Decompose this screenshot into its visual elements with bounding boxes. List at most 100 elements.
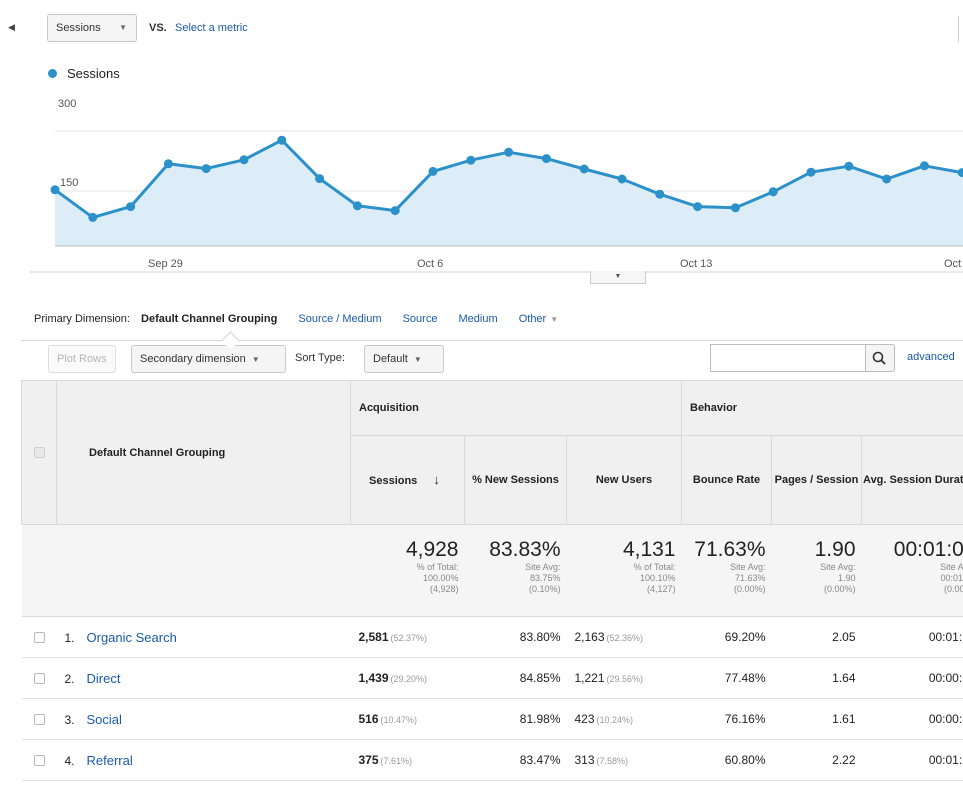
behavior-group-header: Behavior bbox=[680, 380, 963, 436]
sessions-value: 516 bbox=[358, 712, 379, 726]
data-point bbox=[541, 154, 551, 164]
sessions-percent: (10.47%) bbox=[380, 715, 418, 725]
data-point bbox=[315, 174, 325, 184]
pages-session-value: 1.64 bbox=[771, 657, 862, 699]
table-row: 4. Referral 375 (7.61%) 83.47% 313 (7.58%) … bbox=[21, 739, 963, 781]
row-number: 4. bbox=[64, 753, 75, 768]
table-search-input[interactable] bbox=[710, 344, 866, 372]
bounce-rate-column-header[interactable]: Bounce Rate bbox=[681, 435, 772, 525]
data-point bbox=[844, 161, 854, 171]
row-checkbox[interactable] bbox=[34, 755, 45, 767]
sessions-column-header[interactable]: Sessions ↓ bbox=[350, 435, 465, 525]
bounce-rate-value: 77.48% bbox=[681, 657, 772, 699]
legend-dot-icon bbox=[48, 69, 57, 78]
new-users-column-header[interactable]: New Users bbox=[566, 435, 682, 525]
channel-link-direct[interactable]: Direct bbox=[87, 671, 121, 686]
chart-collapse-tab[interactable]: ▼ bbox=[590, 271, 646, 284]
select-all-checkbox[interactable] bbox=[33, 447, 45, 459]
table-row-partial bbox=[21, 780, 963, 790]
data-point bbox=[579, 164, 589, 174]
plot-rows-button[interactable]: Plot Rows bbox=[48, 345, 116, 373]
collapse-left-icon[interactable]: ◀ bbox=[8, 22, 15, 33]
data-point bbox=[126, 202, 136, 212]
new-users-percent: (10.24%) bbox=[596, 715, 634, 725]
advanced-filter-link[interactable]: advanced bbox=[907, 351, 955, 363]
acquisition-group-header: Acquisition bbox=[350, 380, 682, 436]
sessions-chart[interactable]: 300 150 Sep 29 Oct 6 Oct 13 Oct bbox=[0, 88, 963, 278]
primary-dimension-label: Primary Dimension: bbox=[34, 313, 130, 325]
primary-dimension-source[interactable]: Source bbox=[403, 313, 438, 325]
search-button[interactable] bbox=[866, 344, 895, 372]
primary-dimension-source-medium[interactable]: Source / Medium bbox=[298, 313, 381, 325]
chevron-down-icon: ▼ bbox=[413, 355, 422, 364]
primary-dimension-medium[interactable]: Medium bbox=[459, 313, 498, 325]
secondary-dimension-dropdown[interactable]: Secondary dimension ▼ bbox=[131, 345, 286, 373]
sessions-header-label: Sessions bbox=[369, 474, 418, 487]
y-tick-label: 150 bbox=[60, 177, 78, 189]
bounce-rate-value: 76.16% bbox=[681, 698, 772, 740]
data-point bbox=[655, 189, 665, 199]
row-checkbox[interactable] bbox=[34, 673, 45, 685]
chevron-down-icon: ▼ bbox=[550, 315, 559, 324]
data-point bbox=[882, 174, 892, 184]
data-point bbox=[428, 166, 438, 176]
x-tick-label: Sep 29 bbox=[148, 258, 183, 270]
y-tick-label: 300 bbox=[58, 98, 76, 110]
channel-link-organic-search[interactable]: Organic Search bbox=[87, 630, 177, 645]
totals-pages-session: 1.90 Site Avg: 1.90 (0.00%) bbox=[771, 524, 862, 617]
table-row: 2. Direct 1,439 (29.20%) 84.85% 1,221 (29.5… bbox=[21, 657, 963, 699]
data-point bbox=[768, 187, 778, 197]
pct-new-sessions-column-header[interactable]: % New Sessions bbox=[464, 435, 567, 525]
pct-new-sessions-value: 83.80% bbox=[464, 616, 567, 658]
channel-link-referral[interactable]: Referral bbox=[87, 753, 133, 768]
metric-dropdown[interactable]: Sessions ▼ bbox=[47, 14, 137, 42]
data-point bbox=[919, 161, 929, 171]
new-users-value: 423 bbox=[574, 712, 595, 726]
pages-session-column-header[interactable]: Pages / Session bbox=[771, 435, 862, 525]
primary-dimension-other[interactable]: Other bbox=[519, 313, 547, 325]
row-number: 1. bbox=[64, 630, 75, 645]
row-number: 2. bbox=[64, 671, 75, 686]
row-checkbox[interactable] bbox=[34, 714, 45, 726]
x-tick-label: Oct 6 bbox=[417, 258, 443, 270]
sort-descending-icon: ↓ bbox=[433, 471, 440, 487]
data-point bbox=[50, 185, 60, 195]
data-point bbox=[352, 201, 362, 211]
sessions-value: 375 bbox=[358, 753, 379, 767]
legend-label: Sessions bbox=[67, 66, 120, 81]
sessions-value: 1,439 bbox=[358, 671, 389, 685]
chevron-down-icon: ▼ bbox=[614, 273, 622, 280]
divider bbox=[958, 16, 959, 42]
search-icon bbox=[872, 351, 886, 365]
sessions-percent: (7.61%) bbox=[380, 756, 413, 766]
new-users-value: 2,163 bbox=[574, 630, 605, 644]
avg-duration-value: 00:00:33 bbox=[861, 698, 963, 740]
data-point bbox=[730, 203, 740, 213]
primary-dimension-default-channel-grouping[interactable]: Default Channel Grouping bbox=[141, 313, 277, 325]
new-users-percent: (52.36%) bbox=[606, 633, 644, 643]
avg-duration-value: 00:01:14 bbox=[861, 616, 963, 658]
totals-sessions: 4,928% of Total: 100.00% (4,928) bbox=[350, 524, 465, 617]
data-point bbox=[504, 147, 514, 157]
totals-new-users: 4,131% of Total: 100.10% (4,127) bbox=[566, 524, 682, 617]
row-checkbox[interactable] bbox=[34, 632, 45, 644]
channel-link-social[interactable]: Social bbox=[87, 712, 122, 727]
secondary-dimension-label: Secondary dimension bbox=[140, 353, 246, 365]
totals-bounce-rate: 71.63% Site Avg: 71.63% (0.00%) bbox=[681, 524, 772, 617]
select-metric-link[interactable]: Select a metric bbox=[175, 22, 248, 34]
pct-new-sessions-value: 81.98% bbox=[464, 698, 567, 740]
data-table: Default Channel Grouping Acquisition Beh… bbox=[21, 380, 963, 790]
sort-type-value: Default bbox=[373, 353, 408, 365]
avg-session-duration-column-header[interactable]: Avg. Session Duration bbox=[860, 435, 963, 525]
select-all-cell bbox=[21, 380, 57, 525]
data-point bbox=[201, 164, 211, 174]
sessions-percent: (29.20%) bbox=[390, 674, 428, 684]
sort-type-dropdown[interactable]: Default ▼ bbox=[364, 345, 444, 373]
table-row: 3. Social 516 (10.47%) 81.98% 423 (10.24%) … bbox=[21, 698, 963, 740]
metric-dropdown-label: Sessions bbox=[56, 22, 101, 34]
primary-dimension-row: Primary Dimension: Default Channel Group… bbox=[34, 313, 558, 325]
data-table-wrapper: Default Channel Grouping Acquisition Beh… bbox=[21, 380, 963, 790]
chevron-down-icon: ▼ bbox=[119, 23, 127, 32]
x-tick-label: Oct 13 bbox=[680, 258, 712, 270]
dimension-header[interactable]: Default Channel Grouping bbox=[56, 380, 351, 525]
